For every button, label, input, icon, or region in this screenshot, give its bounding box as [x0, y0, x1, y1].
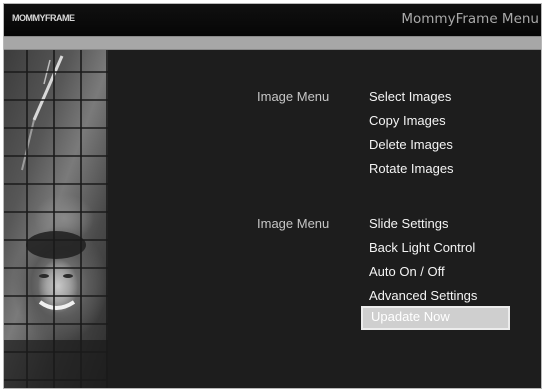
menu-item-back-light-control[interactable]: Back Light Control — [369, 240, 475, 255]
header-separator — [4, 36, 541, 50]
menu-window: MOMMYFRAME MommyFrame Menu Image Menu Se… — [3, 3, 542, 389]
photo-grid-overlay — [4, 50, 108, 388]
menu-item-auto-on-off[interactable]: Auto On / Off — [369, 264, 445, 279]
settings-menu-label: Image Menu — [257, 216, 330, 231]
menu-item-delete-images[interactable]: Delete Images — [369, 137, 453, 152]
photo-grid-image — [4, 50, 108, 388]
mommyframe-screen: MOMMYFRAME MommyFrame Menu Image Menu Se… — [0, 0, 544, 391]
menu-item-select-images[interactable]: Select Images — [369, 89, 451, 104]
menu-item-advanced-settings[interactable]: Advanced Settings — [369, 288, 477, 303]
menu-item-rotate-images[interactable]: Rotate Images — [369, 161, 454, 176]
menu-title: MommyFrame Menu — [401, 11, 539, 27]
menu-item-slide-settings[interactable]: Slide Settings — [369, 216, 449, 231]
menu-item-update-now[interactable]: Upadate Now — [361, 306, 510, 330]
brand-logo: MOMMYFRAME — [12, 13, 75, 23]
menu-item-copy-images[interactable]: Copy Images — [369, 113, 446, 128]
title-bar: MOMMYFRAME MommyFrame Menu — [4, 4, 541, 36]
image-menu-label: Image Menu — [257, 89, 330, 104]
